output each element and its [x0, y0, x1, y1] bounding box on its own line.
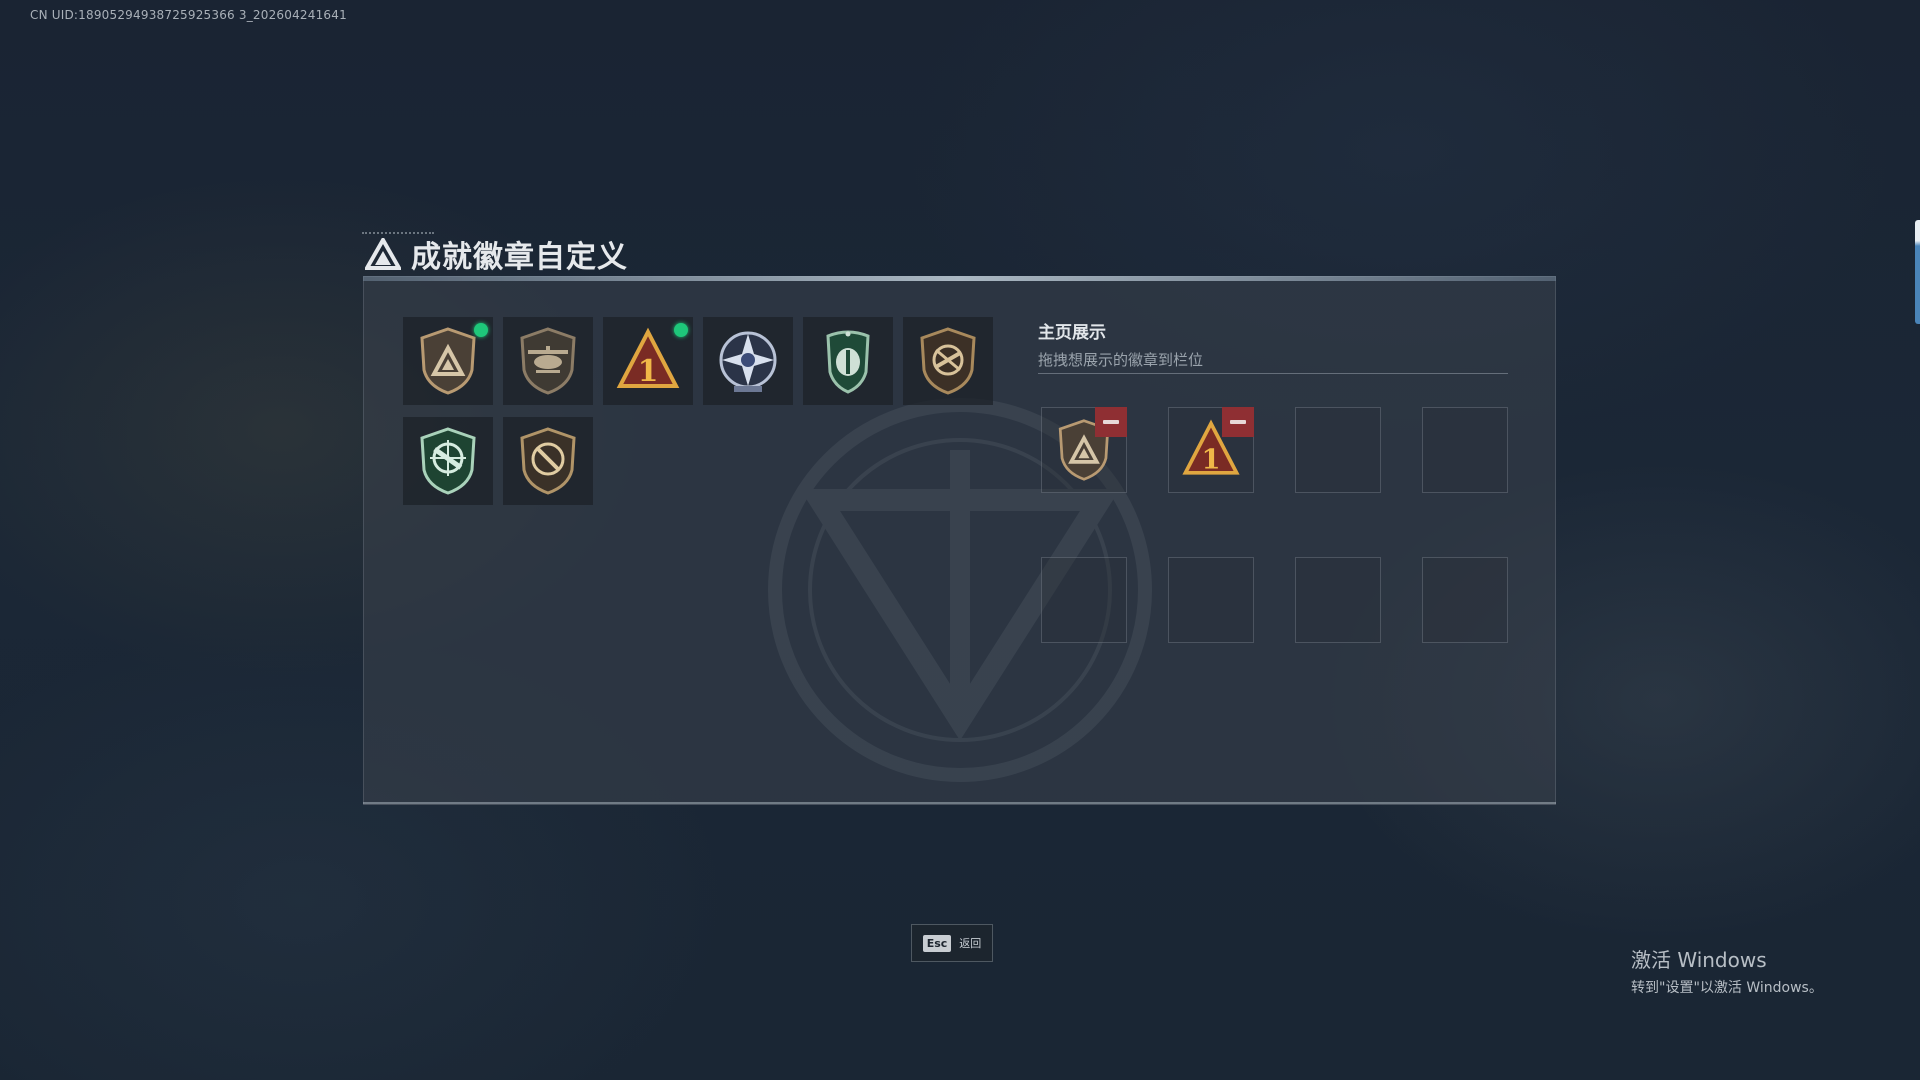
new-indicator-dot [474, 323, 488, 337]
badge-cell-green-crosshair-rifle[interactable] [403, 417, 493, 505]
display-title: 主页展示 [1038, 323, 1106, 343]
display-slot-7[interactable] [1295, 557, 1381, 643]
no-sniper-round-badge-icon [520, 427, 576, 495]
minus-icon [1230, 420, 1246, 424]
display-header: 主页展示 拖拽想展示的徽章到栏位 [1038, 318, 1203, 370]
helicopter-shield-badge-icon [520, 327, 576, 395]
display-slot-2[interactable]: 1 [1168, 407, 1254, 493]
badge-cell-bronze-delta-shield[interactable] [403, 317, 493, 405]
number-one-triangle-badge-icon: 1 [616, 327, 680, 389]
star-compass-badge-icon [719, 331, 777, 392]
display-slot-4[interactable] [1422, 407, 1508, 493]
panel-top-border [363, 276, 1556, 281]
remove-badge-button[interactable] [1095, 407, 1127, 437]
display-slot-3[interactable] [1295, 407, 1381, 493]
badge-cell-no-sniper-round[interactable] [503, 417, 593, 505]
back-label: 返回 [959, 937, 982, 950]
badge-cell-number-one-triangle[interactable]: 1 [603, 317, 693, 405]
display-subtitle: 拖拽想展示的徽章到栏位 [1038, 351, 1204, 369]
minus-icon [1103, 420, 1119, 424]
no-sniper-shield-badge-icon [920, 327, 976, 395]
remove-badge-button[interactable] [1222, 407, 1254, 437]
page-title: 成就徽章自定义 [411, 240, 628, 275]
display-slot-grid: 1 [1041, 407, 1508, 643]
display-slot-1[interactable] [1041, 407, 1127, 493]
edge-side-tab[interactable] [1915, 220, 1920, 324]
windows-activation-hint: 转到"设置"以激活 Windows。 [1631, 980, 1823, 996]
display-slot-5[interactable] [1041, 557, 1127, 643]
display-divider [1038, 373, 1508, 374]
bronze-delta-shield-badge-icon [420, 327, 476, 395]
panel-bottom-border [363, 802, 1556, 804]
badge-collection-grid: 1 [403, 317, 993, 505]
windows-activation-title: 激活 Windows [1631, 948, 1767, 972]
svg-text:1: 1 [638, 354, 659, 389]
svg-text:1: 1 [1201, 443, 1220, 475]
badge-cell-no-sniper-shield[interactable] [903, 317, 993, 405]
windows-activation-notice: 激活 Windows 转到"设置"以激活 Windows。 [1631, 944, 1823, 997]
title-bar: 成就徽章自定义 [365, 232, 628, 276]
new-indicator-dot [674, 323, 688, 337]
back-button[interactable]: Esc 返回 [911, 924, 993, 962]
badge-cell-star-compass[interactable] [703, 317, 793, 405]
uid-text: CN UID:18905294938725925366 3_2026042416… [30, 8, 347, 22]
badge-cell-helicopter-shield[interactable] [503, 317, 593, 405]
display-slot-8[interactable] [1422, 557, 1508, 643]
green-crest-badge-icon [826, 330, 870, 394]
delta-logo-icon [365, 238, 401, 270]
display-slot-6[interactable] [1168, 557, 1254, 643]
badge-cell-green-crest[interactable] [803, 317, 893, 405]
green-crosshair-rifle-badge-icon [420, 427, 476, 495]
esc-key-icon: Esc [922, 934, 952, 952]
